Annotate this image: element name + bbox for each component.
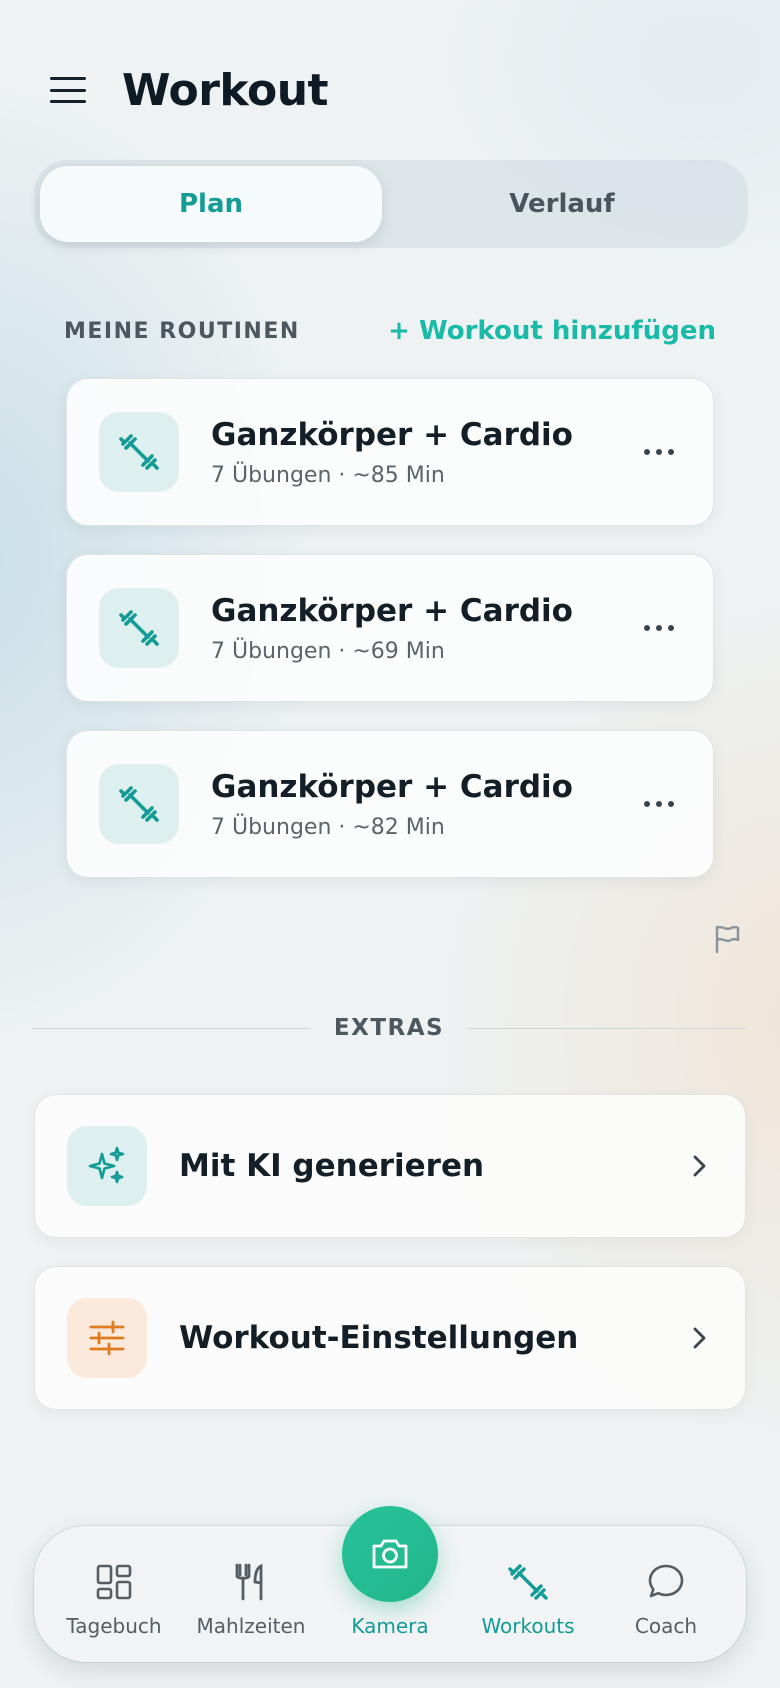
- header: Workout: [50, 60, 329, 120]
- fork-knife-icon: [229, 1560, 273, 1604]
- nav-label: Mahlzeiten: [196, 1614, 306, 1638]
- nav-label: Coach: [634, 1614, 698, 1638]
- camera-icon: [372, 1539, 408, 1569]
- chevron-right-icon: [685, 1152, 713, 1180]
- tab-verlauf[interactable]: Verlauf: [382, 166, 742, 242]
- dumbbell-icon: [99, 412, 179, 492]
- sparkles-icon: [67, 1126, 147, 1206]
- sliders-icon: [67, 1298, 147, 1378]
- tab-plan[interactable]: Plan: [40, 166, 382, 242]
- nav-workouts[interactable]: Workouts: [458, 1526, 598, 1662]
- plan-history-toggle: Plan Verlauf: [34, 160, 748, 248]
- nav-label: Kamera: [351, 1614, 429, 1638]
- chevron-right-icon: [685, 1324, 713, 1352]
- flag-icon[interactable]: [710, 922, 744, 956]
- camera-button[interactable]: [342, 1506, 438, 1602]
- routine-subtitle: 7 Übungen · ~82 Min: [211, 814, 445, 840]
- more-options-icon[interactable]: [637, 782, 681, 826]
- routine-title: Ganzkörper + Cardio: [211, 592, 573, 629]
- nav-label: Tagebuch: [66, 1614, 162, 1638]
- hamburger-menu-icon[interactable]: [50, 77, 86, 103]
- extras-divider: EXTRAS: [32, 1012, 746, 1044]
- workout-settings-label: Workout-Einstellungen: [179, 1320, 579, 1356]
- dumbbell-icon: [99, 764, 179, 844]
- add-workout-link[interactable]: + Workout hinzufügen: [388, 316, 716, 346]
- routine-title: Ganzkörper + Cardio: [211, 768, 573, 805]
- section-label-routines: MEINE ROUTINEN: [64, 318, 300, 344]
- grid-icon: [92, 1560, 136, 1604]
- routine-title: Ganzkörper + Cardio: [211, 416, 573, 453]
- routine-subtitle: 7 Übungen · ~69 Min: [211, 638, 445, 664]
- dumbbell-icon: [506, 1560, 550, 1604]
- dumbbell-icon: [99, 588, 179, 668]
- nav-tagebuch[interactable]: Tagebuch: [44, 1526, 184, 1662]
- routine-card[interactable]: Ganzkörper + Cardio 7 Übungen · ~85 Min: [66, 378, 714, 526]
- nav-coach[interactable]: Coach: [596, 1526, 736, 1662]
- generate-with-ai-label: Mit KI generieren: [179, 1148, 485, 1184]
- routine-subtitle: 7 Übungen · ~85 Min: [211, 462, 445, 488]
- nav-mahlzeiten[interactable]: Mahlzeiten: [181, 1526, 321, 1662]
- more-options-icon[interactable]: [637, 430, 681, 474]
- routines-section-header: MEINE ROUTINEN + Workout hinzufügen: [64, 316, 716, 346]
- generate-with-ai-card[interactable]: Mit KI generieren: [34, 1094, 746, 1238]
- routine-card[interactable]: Ganzkörper + Cardio 7 Übungen · ~69 Min: [66, 554, 714, 702]
- routine-list: Ganzkörper + Cardio 7 Übungen · ~85 Min …: [66, 378, 714, 906]
- more-options-icon[interactable]: [637, 606, 681, 650]
- routine-card[interactable]: Ganzkörper + Cardio 7 Übungen · ~82 Min: [66, 730, 714, 878]
- nav-label: Workouts: [481, 1614, 575, 1638]
- page-title: Workout: [122, 64, 329, 116]
- chat-bubble-icon: [644, 1560, 688, 1604]
- workout-settings-card[interactable]: Workout-Einstellungen: [34, 1266, 746, 1410]
- section-label-extras: EXTRAS: [333, 1015, 445, 1041]
